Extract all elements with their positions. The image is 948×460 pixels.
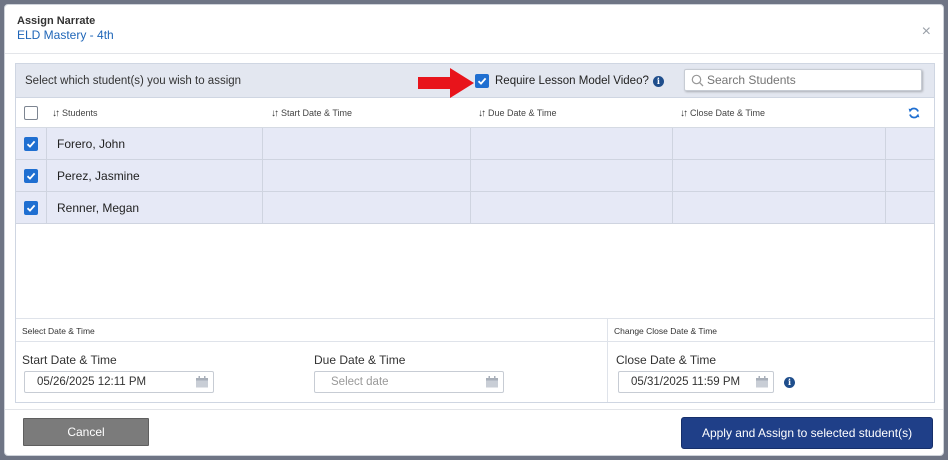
table-row[interactable]: Renner, Megan [16, 192, 934, 224]
column-label: Due Date & Time [488, 108, 557, 118]
require-video-checkbox[interactable] [475, 74, 489, 88]
modal-title: Assign Narrate [17, 15, 96, 27]
checkmark-icon [477, 77, 487, 85]
due-date-input[interactable]: Select date [314, 371, 504, 393]
column-students[interactable]: ↓↑ Students [52, 98, 98, 128]
calendar-icon[interactable] [485, 376, 499, 388]
close-date-info-icon[interactable]: i [784, 377, 795, 388]
search-students-box [684, 69, 922, 91]
table-row[interactable]: Forero, John [16, 128, 934, 160]
select-all-wrap [24, 98, 38, 128]
column-label: Students [62, 108, 98, 118]
cancel-button[interactable]: Cancel [23, 418, 149, 446]
row-checkbox[interactable] [24, 201, 38, 215]
action-cell [885, 192, 886, 223]
select-all-checkbox[interactable] [24, 106, 38, 120]
calendar-icon[interactable] [195, 376, 209, 388]
close-date-cell [672, 160, 673, 191]
column-due-date[interactable]: ↓↑ Due Date & Time [478, 98, 557, 128]
column-close-date[interactable]: ↓↑ Close Date & Time [680, 98, 765, 128]
info-icon[interactable]: i [652, 75, 664, 87]
sort-icon: ↓↑ [52, 107, 60, 119]
start-date-label: Start Date & Time [22, 353, 117, 367]
start-date-cell [262, 128, 263, 159]
panel-heading: Select which student(s) you wish to assi… [25, 75, 242, 87]
column-start-date[interactable]: ↓↑ Start Date & Time [271, 98, 352, 128]
calendar-icon[interactable] [755, 376, 769, 388]
search-students-input[interactable] [707, 73, 907, 87]
close-date-cell [672, 192, 673, 223]
checkmark-icon [26, 204, 36, 212]
close-date-input[interactable]: 05/31/2025 11:59 PM [618, 371, 774, 393]
due-date-cell [470, 160, 471, 191]
panel-header: Select which student(s) you wish to assi… [16, 64, 934, 98]
require-video-option: Require Lesson Model Video? i [475, 73, 664, 89]
action-cell [885, 160, 886, 191]
close-date-value: 05/31/2025 11:59 PM [631, 376, 741, 388]
cell-divider [46, 128, 47, 159]
apply-assign-button[interactable]: Apply and Assign to selected student(s) [681, 417, 933, 449]
due-date-cell [470, 192, 471, 223]
column-label: Close Date & Time [690, 108, 766, 118]
select-date-heading: Select Date & Time [22, 326, 95, 336]
due-date-placeholder: Select date [331, 376, 389, 388]
table-row[interactable]: Perez, Jasmine [16, 160, 934, 192]
row-checkbox[interactable] [24, 137, 38, 151]
student-name: Perez, Jasmine [57, 169, 140, 183]
sort-icon: ↓↑ [478, 107, 486, 119]
action-cell [885, 128, 886, 159]
require-video-label: Require Lesson Model Video? [495, 75, 649, 87]
cell-divider [46, 160, 47, 191]
close-icon[interactable]: × [922, 23, 931, 41]
due-date-label: Due Date & Time [314, 353, 406, 367]
modal-header: Assign Narrate ELD Mastery - 4th × [5, 5, 943, 54]
student-name: Forero, John [57, 137, 126, 151]
assign-modal: Assign Narrate ELD Mastery - 4th × Selec… [4, 4, 944, 456]
sort-icon: ↓↑ [680, 107, 688, 119]
student-name: Renner, Megan [57, 201, 140, 215]
checkmark-icon [26, 172, 36, 180]
start-date-value: 05/26/2025 12:11 PM [37, 376, 147, 388]
close-date-cell [672, 128, 673, 159]
column-label: Start Date & Time [281, 108, 353, 118]
date-divider [607, 318, 608, 402]
refresh-icon[interactable] [908, 107, 920, 119]
student-rows: Forero, John Perez, Jasmine Renner, Mega… [16, 128, 934, 224]
search-icon [691, 74, 704, 86]
close-date-label: Close Date & Time [616, 353, 717, 367]
red-arrow-icon [418, 68, 474, 98]
start-date-input[interactable]: 05/26/2025 12:11 PM [24, 371, 214, 393]
modal-subtitle: ELD Mastery - 4th [17, 28, 114, 42]
footer-divider [5, 409, 943, 410]
start-date-cell [262, 192, 263, 223]
checkmark-icon [26, 140, 36, 148]
due-date-cell [470, 128, 471, 159]
sort-icon: ↓↑ [271, 107, 279, 119]
table-header: ↓↑ Students ↓↑ Start Date & Time ↓↑ Due … [16, 98, 934, 128]
row-checkbox[interactable] [24, 169, 38, 183]
assign-panel: Select which student(s) you wish to assi… [15, 63, 935, 403]
change-close-heading: Change Close Date & Time [614, 326, 717, 336]
cell-divider [46, 192, 47, 223]
start-date-cell [262, 160, 263, 191]
date-section-header: Select Date & Time Change Close Date & T… [16, 318, 934, 342]
